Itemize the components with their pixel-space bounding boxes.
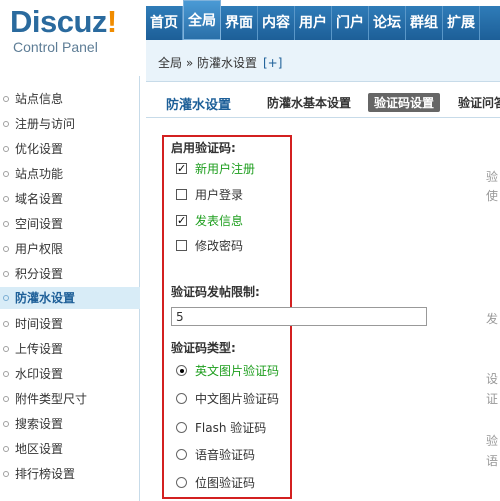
tip-text: 发 — [486, 312, 499, 326]
sidebar-item-credits[interactable]: 积分设置 — [0, 263, 140, 285]
sidebar-item-site-features[interactable]: 站点功能 — [0, 163, 140, 185]
tip-text: 设 — [486, 372, 499, 386]
sidebar-item-ranking[interactable]: 排行榜设置 — [0, 463, 140, 485]
radio-icon[interactable] — [176, 393, 187, 404]
post-limit-title: 验证码发帖限制: — [171, 285, 260, 299]
bullet-icon — [3, 221, 9, 227]
tip-text: 使 — [486, 189, 499, 203]
sidebar-item-search[interactable]: 搜索设置 — [0, 413, 140, 435]
sidebar-item-anti-spam[interactable]: 防灌水设置 — [0, 287, 140, 309]
top-navigation: 首页 全局 界面 内容 用户 门户 论坛 群组 扩展 — [146, 0, 500, 40]
nav-item-extend[interactable]: 扩展 — [443, 6, 480, 40]
radio-icon[interactable] — [176, 422, 187, 433]
breadcrumb-path: 全局 » 防灌水设置 — [158, 56, 257, 70]
bullet-icon — [3, 446, 9, 452]
tab-row: 防灌水设置 防灌水基本设置 验证码设置 验证问答 — [146, 86, 500, 118]
bullet-icon — [3, 346, 9, 352]
logo-brand: Discuz! — [10, 4, 117, 39]
sidebar-item-region[interactable]: 地区设置 — [0, 438, 140, 460]
bullet-icon — [3, 121, 9, 127]
sidebar: 站点信息 注册与访问 优化设置 站点功能 域名设置 空间设置 用户权限 积分设置… — [0, 76, 140, 501]
nav-item-users[interactable]: 用户 — [295, 6, 332, 40]
sidebar-item-space[interactable]: 空间设置 — [0, 213, 140, 235]
bullet-icon — [3, 396, 9, 402]
checkbox-icon[interactable] — [176, 240, 187, 251]
checkbox-post-message[interactable]: 发表信息 — [176, 212, 243, 230]
bullet-icon — [3, 196, 9, 202]
radio-english-image-captcha[interactable]: 英文图片验证码 — [176, 362, 279, 380]
tab-captcha-settings[interactable]: 验证码设置 — [368, 93, 441, 112]
radio-audio-captcha[interactable]: 语音验证码 — [176, 446, 255, 464]
bullet-icon — [3, 246, 9, 252]
tip-text: 验 — [486, 434, 499, 448]
add-shortcut-link[interactable]: [+] — [263, 56, 282, 70]
radio-icon[interactable] — [176, 477, 187, 488]
page-title: 防灌水设置 — [166, 98, 232, 113]
checkbox-change-password[interactable]: 修改密码 — [176, 237, 243, 255]
radio-bitmap-captcha[interactable]: 位图验证码 — [176, 474, 255, 492]
radio-icon[interactable] — [176, 449, 187, 460]
nav-item-content[interactable]: 内容 — [258, 6, 295, 40]
bullet-icon — [3, 271, 9, 277]
radio-icon[interactable] — [176, 365, 187, 376]
logo-subtitle: Control Panel — [13, 39, 98, 55]
bullet-icon — [3, 471, 9, 477]
checkbox-user-login[interactable]: 用户登录 — [176, 186, 243, 204]
sidebar-item-watermark[interactable]: 水印设置 — [0, 363, 140, 385]
bullet-icon — [3, 295, 9, 301]
radio-flash-captcha[interactable]: Flash 验证码 — [176, 419, 266, 437]
breadcrumb-bar: 全局 » 防灌水设置 [+] — [146, 40, 500, 82]
sidebar-item-attachment-types[interactable]: 附件类型尺寸 — [0, 388, 140, 410]
sidebar-item-register-access[interactable]: 注册与访问 — [0, 113, 140, 135]
sidebar-item-time[interactable]: 时间设置 — [0, 313, 140, 335]
checkbox-new-user-register[interactable]: 新用户注册 — [176, 160, 255, 178]
tab-captcha-qa[interactable]: 验证问答 — [458, 94, 500, 111]
tab-basic-settings[interactable]: 防灌水基本设置 — [267, 94, 351, 111]
bullet-icon — [3, 96, 9, 102]
enable-captcha-title: 启用验证码: — [171, 141, 236, 155]
bullet-icon — [3, 146, 9, 152]
nav-item-interface[interactable]: 界面 — [221, 6, 258, 40]
sidebar-item-domain[interactable]: 域名设置 — [0, 188, 140, 210]
sidebar-item-upload[interactable]: 上传设置 — [0, 338, 140, 360]
checkbox-icon[interactable] — [176, 212, 187, 230]
logo: Discuz! Control Panel — [0, 0, 146, 76]
captcha-type-title: 验证码类型: — [171, 341, 236, 355]
bullet-icon — [3, 321, 9, 327]
checkbox-icon[interactable] — [176, 189, 187, 200]
sidebar-item-user-permissions[interactable]: 用户权限 — [0, 238, 140, 260]
bullet-icon — [3, 371, 9, 377]
tip-text: 验 — [486, 170, 499, 184]
sidebar-item-site-info[interactable]: 站点信息 — [0, 88, 140, 110]
nav-item-forum[interactable]: 论坛 — [369, 6, 406, 40]
tip-text: 证 — [486, 392, 499, 406]
nav-item-home[interactable]: 首页 — [146, 6, 183, 40]
breadcrumb: 全局 » 防灌水设置 [+] — [158, 54, 282, 71]
sidebar-item-optimize[interactable]: 优化设置 — [0, 138, 140, 160]
bullet-icon — [3, 421, 9, 427]
nav-item-portal[interactable]: 门户 — [332, 6, 369, 40]
bullet-icon — [3, 171, 9, 177]
radio-chinese-image-captcha[interactable]: 中文图片验证码 — [176, 390, 279, 408]
nav-item-global[interactable]: 全局 — [183, 0, 221, 40]
tip-text: 语 — [486, 454, 499, 468]
post-limit-input[interactable] — [171, 307, 427, 326]
checkbox-icon[interactable] — [176, 160, 187, 178]
nav-item-group[interactable]: 群组 — [406, 6, 443, 40]
